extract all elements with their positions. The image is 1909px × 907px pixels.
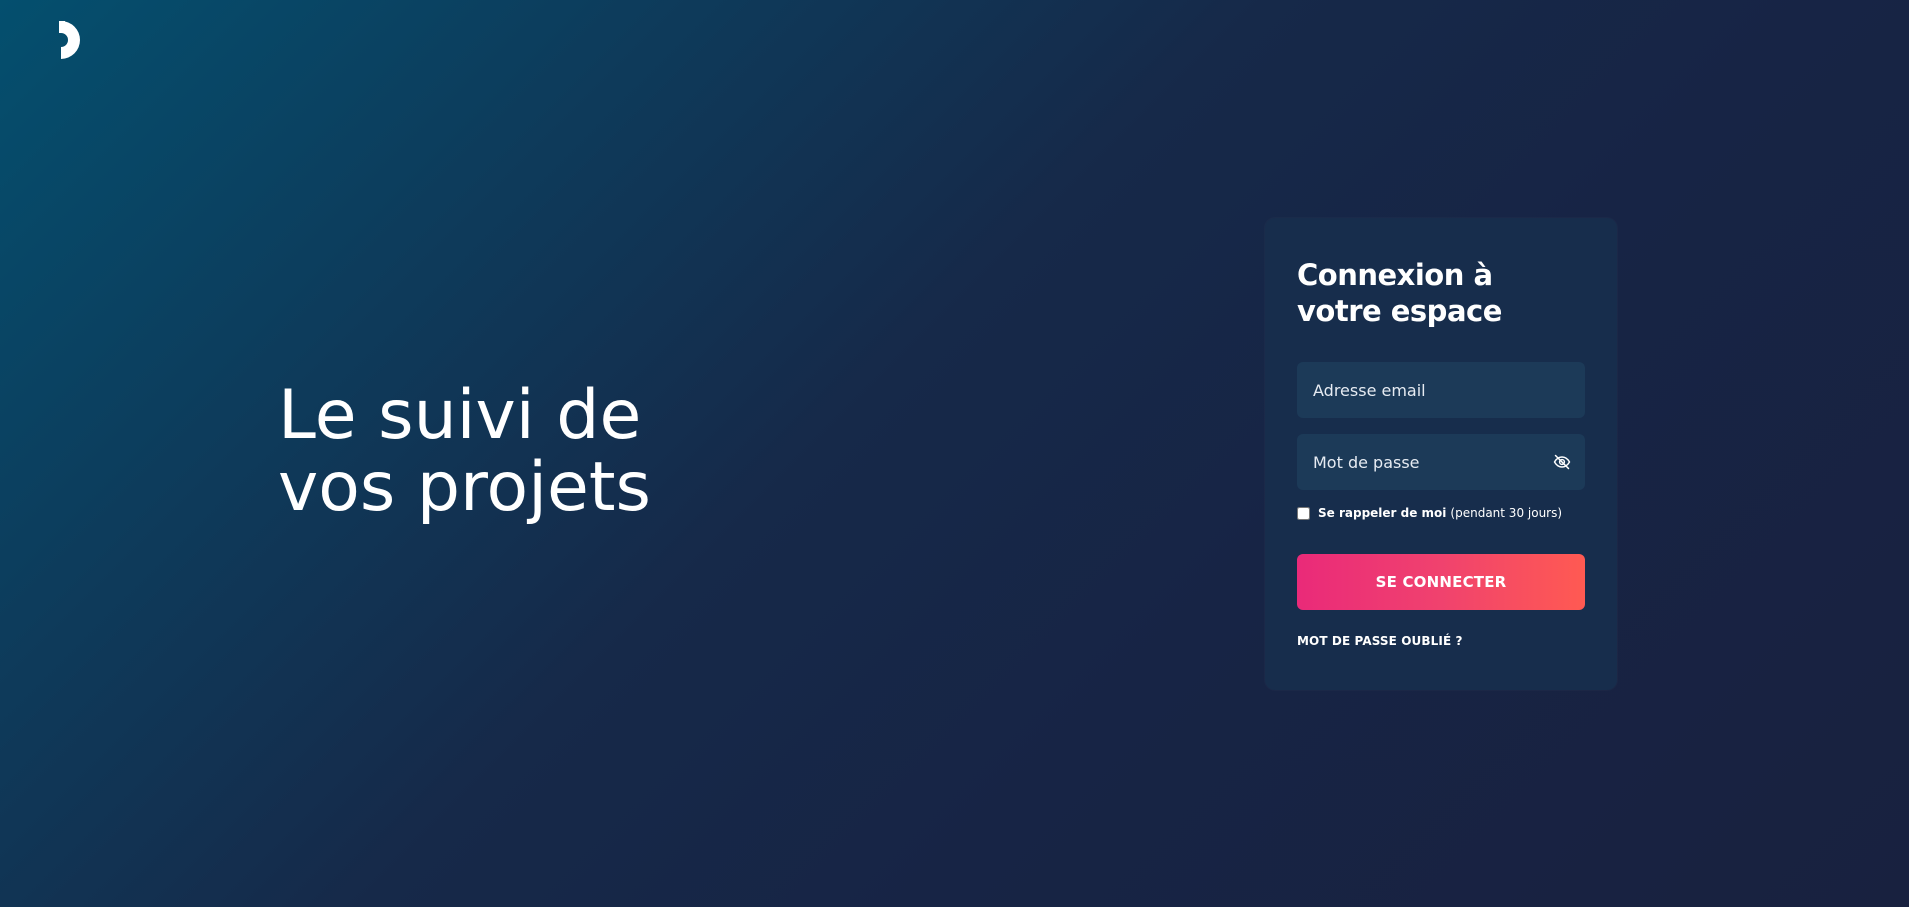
remember-me-label: Se rappeler de moi — [1318, 506, 1447, 520]
login-title-line-1: Connexion à — [1297, 258, 1493, 292]
hero-line-2: vos projets — [278, 448, 651, 527]
remember-me-note: (pendant 30 jours) — [1450, 506, 1563, 520]
password-field-wrapper — [1297, 434, 1585, 490]
remember-me-checkbox[interactable] — [1297, 506, 1310, 520]
login-submit-button[interactable]: SE CONNECTER — [1297, 554, 1585, 610]
brand-logo-icon[interactable] — [59, 21, 85, 59]
remember-me[interactable]: Se rappeler de moi (pendant 30 jours) — [1297, 506, 1562, 520]
login-title-line-2: votre espace — [1297, 294, 1502, 328]
login-card: Connexion à votre espace Se rappeler de … — [1265, 218, 1617, 690]
email-input[interactable] — [1297, 362, 1585, 418]
email-field-wrapper — [1297, 362, 1585, 418]
login-title: Connexion à votre espace — [1297, 257, 1502, 329]
password-input[interactable] — [1297, 434, 1585, 490]
hero-line-1: Le suivi de — [278, 376, 642, 455]
eye-slash-icon[interactable] — [1553, 454, 1571, 470]
hero-heading: Le suivi de vos projets — [278, 380, 798, 524]
forgot-password-link[interactable]: MOT DE PASSE OUBLIÉ ? — [1297, 634, 1463, 648]
